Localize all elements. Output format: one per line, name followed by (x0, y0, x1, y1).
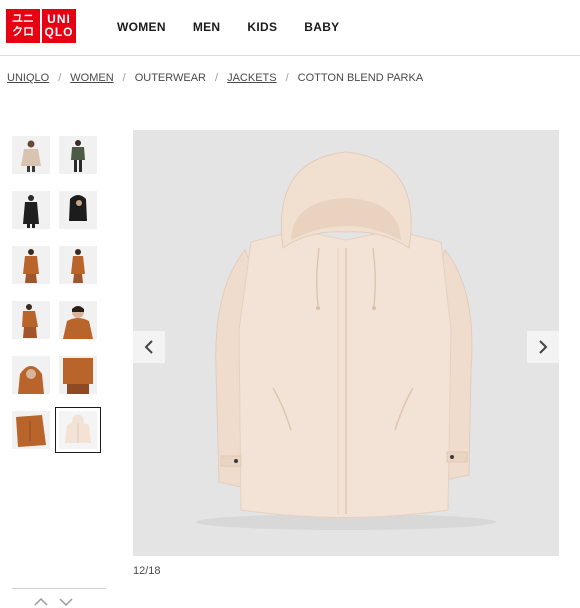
breadcrumb-women[interactable]: WOMEN (70, 72, 113, 84)
breadcrumb-uniqlo[interactable]: UNIQLO (7, 72, 49, 84)
chevron-right-icon (539, 340, 548, 354)
breadcrumb-separator: / (215, 72, 219, 84)
thumbnail-8[interactable] (59, 301, 97, 339)
previous-image-button[interactable] (133, 331, 165, 363)
site-header: ユニ クロ UNI QLO WOMEN MEN KIDS BABY (0, 0, 580, 56)
breadcrumb-separator: / (285, 72, 289, 84)
beige-parka-illustration (196, 151, 496, 530)
chevron-up-icon[interactable] (34, 596, 48, 608)
thumbnail-9[interactable] (12, 356, 50, 394)
thumbnail-4[interactable] (59, 191, 97, 229)
image-counter: 12/18 (133, 565, 161, 577)
breadcrumb: UNIQLO / WOMEN / OUTERWEAR / JACKETS / C… (7, 72, 423, 84)
breadcrumb-separator: / (122, 72, 126, 84)
thumbnail-7[interactable] (12, 301, 50, 339)
nav-kids[interactable]: KIDS (247, 20, 277, 34)
thumbnail-2[interactable] (59, 136, 97, 174)
logo-latin-block: UNI QLO (42, 9, 76, 43)
logo-kana-top: ユニ (12, 13, 34, 25)
main-nav: WOMEN MEN KIDS BABY (117, 20, 339, 34)
chevron-down-icon[interactable] (59, 596, 73, 608)
nav-baby[interactable]: BABY (304, 20, 339, 34)
logo-latin-bottom: QLO (44, 25, 74, 39)
thumbnail-divider (12, 588, 106, 589)
breadcrumb-jackets[interactable]: JACKETS (227, 72, 277, 84)
logo-kana-block: ユニ クロ (6, 9, 40, 43)
thumbnail-3[interactable] (12, 191, 50, 229)
logo-kana-bottom: クロ (12, 26, 34, 38)
nav-women[interactable]: WOMEN (117, 20, 166, 34)
nav-men[interactable]: MEN (193, 20, 221, 34)
thumbnail-12-selected[interactable] (55, 407, 101, 453)
thumbnail-11[interactable] (12, 411, 50, 449)
thumbnail-5[interactable] (12, 246, 50, 284)
breadcrumb-current-product: COTTON BLEND PARKA (297, 72, 424, 84)
chevron-left-icon (144, 340, 153, 354)
thumbnail-1[interactable] (12, 136, 50, 174)
main-product-image (133, 130, 559, 556)
uniqlo-logo[interactable]: ユニ クロ UNI QLO (6, 9, 76, 43)
thumbnail-10[interactable] (59, 356, 97, 394)
next-image-button[interactable] (527, 331, 559, 363)
breadcrumb-separator: / (58, 72, 62, 84)
thumbnail-6[interactable] (59, 246, 97, 284)
breadcrumb-outerwear: OUTERWEAR (134, 72, 207, 84)
